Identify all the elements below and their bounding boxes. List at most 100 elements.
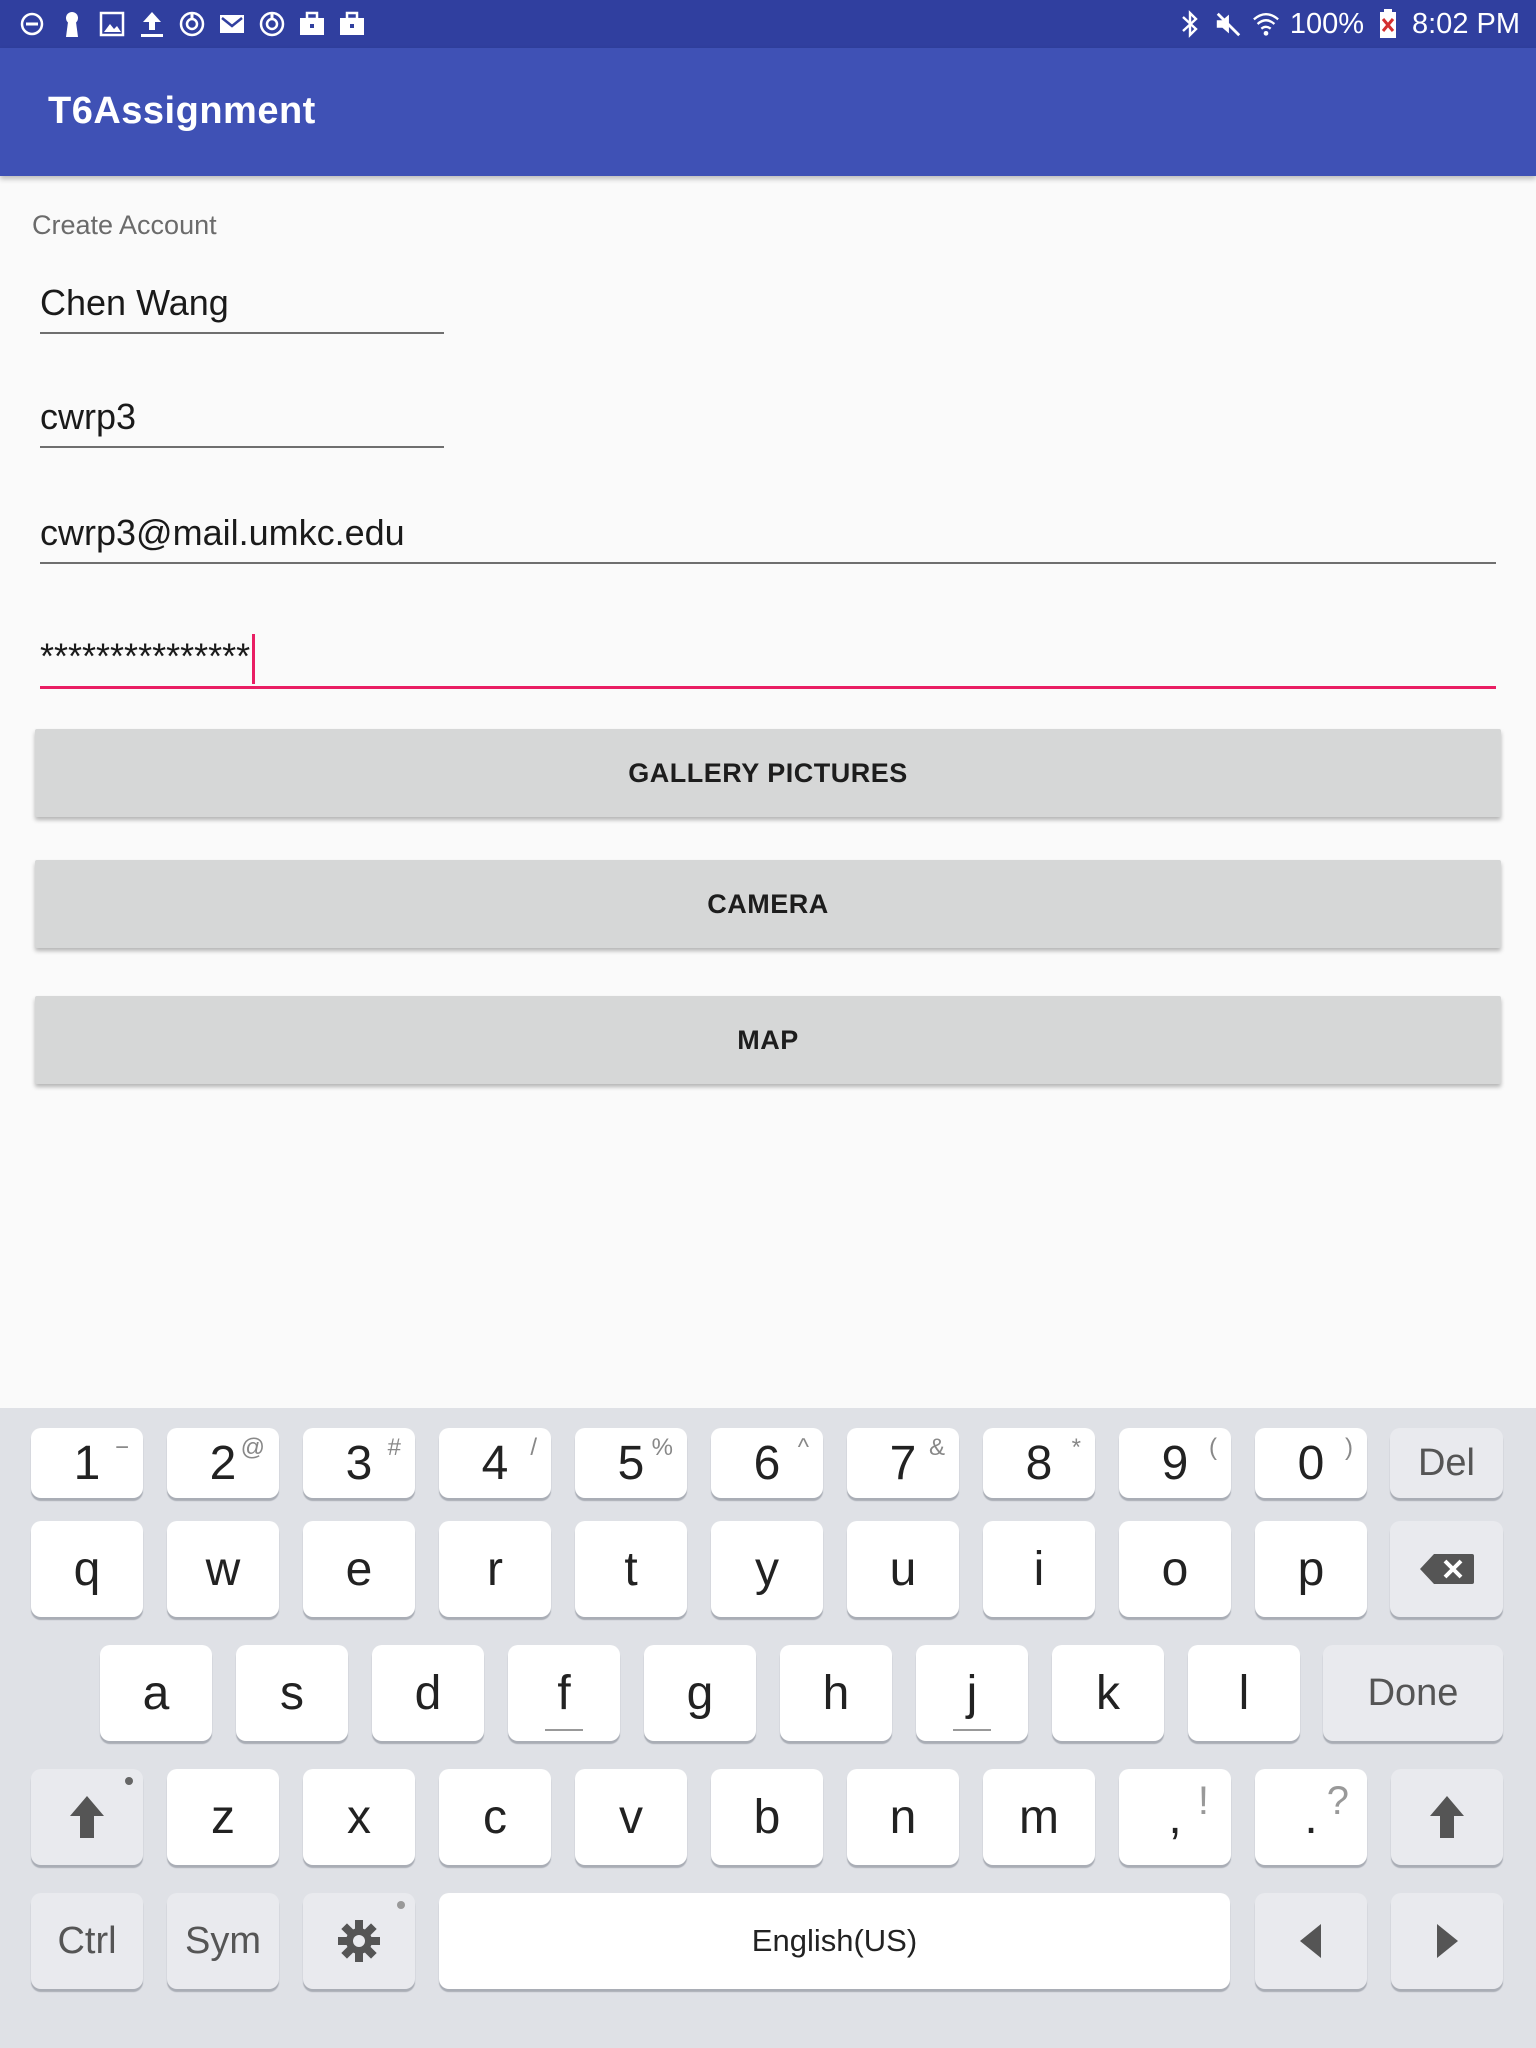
shift-right-key[interactable] — [1391, 1769, 1503, 1865]
key-g-label: g — [686, 1666, 714, 1720]
key-3-label: 3 — [345, 1436, 373, 1490]
key-l[interactable]: l — [1188, 1645, 1300, 1741]
key-8-label: 8 — [1025, 1436, 1053, 1490]
key-y[interactable]: y — [711, 1521, 823, 1617]
key-m[interactable]: m — [983, 1769, 1095, 1865]
home-key-marker — [545, 1729, 583, 1731]
space-key[interactable]: English(US) — [439, 1893, 1230, 1989]
key-s[interactable]: s — [236, 1645, 348, 1741]
comma-label: , — [1168, 1790, 1182, 1844]
key-6[interactable]: 6 ^ — [711, 1428, 823, 1498]
app-bar: T6Assignment — [0, 48, 1536, 176]
key-4-label: 4 — [481, 1436, 509, 1490]
key-a[interactable]: a — [100, 1645, 212, 1741]
key-0-label: 0 — [1297, 1436, 1325, 1490]
key-9[interactable]: 9( — [1119, 1428, 1231, 1498]
name-value: Chen Wang — [40, 282, 229, 323]
name-field[interactable]: Chen Wang — [40, 270, 444, 334]
key-s-label: s — [280, 1666, 304, 1720]
key-p[interactable]: p — [1255, 1521, 1367, 1617]
form-heading: Create Account — [32, 210, 217, 240]
key-q[interactable]: q — [31, 1521, 143, 1617]
key-3[interactable]: 3 # — [303, 1428, 415, 1498]
key-p-label: p — [1297, 1542, 1325, 1596]
sym-key[interactable]: Sym — [167, 1893, 279, 1989]
key-8[interactable]: 8 * — [983, 1428, 1095, 1498]
key-z-label: z — [211, 1790, 235, 1844]
period-key[interactable]: . ? — [1255, 1769, 1367, 1865]
key-5-alt-label: % — [651, 1434, 673, 1461]
arrow-right-key[interactable] — [1391, 1893, 1503, 1989]
key-r[interactable]: r — [439, 1521, 551, 1617]
key-b[interactable]: b — [711, 1769, 823, 1865]
map-button[interactable]: MAP — [35, 996, 1501, 1084]
key-2-alt-label: @ — [240, 1434, 265, 1461]
soft-keyboard: 1− 2 @ 3 # 4/5% 6 ^ 7 & 8 * 9( 0) Del q w ert y u io p a s df… — [0, 1408, 1536, 2048]
key-c[interactable]: c — [439, 1769, 551, 1865]
key-0[interactable]: 0) — [1255, 1428, 1367, 1498]
status-bar: 100% 8:02 PM — [0, 0, 1536, 48]
key-k-label: k — [1096, 1666, 1120, 1720]
battery-charging-icon — [1374, 9, 1402, 38]
key-y-label: y — [755, 1542, 779, 1596]
key-x-label: x — [347, 1790, 371, 1844]
text-cursor — [252, 634, 256, 684]
key-z[interactable]: z — [167, 1769, 279, 1865]
key-v[interactable]: v — [575, 1769, 687, 1865]
key-k[interactable]: k — [1052, 1645, 1164, 1741]
home-key-marker — [953, 1729, 991, 1731]
gmail-icon — [218, 10, 246, 38]
key-1[interactable]: 1− — [31, 1428, 143, 1498]
key-2[interactable]: 2 @ — [167, 1428, 279, 1498]
key-g[interactable]: g — [644, 1645, 756, 1741]
key-1-alt-label: − — [114, 1434, 129, 1461]
key-7[interactable]: 7 & — [847, 1428, 959, 1498]
key-4[interactable]: 4/ — [439, 1428, 551, 1498]
wifi-icon — [1252, 10, 1280, 38]
key-o[interactable]: o — [1119, 1521, 1231, 1617]
key-u[interactable]: u — [847, 1521, 959, 1617]
sync-icon — [258, 10, 286, 38]
key-u-label: u — [889, 1542, 917, 1596]
gallery-pictures-button[interactable]: GALLERY PICTURES — [35, 729, 1501, 817]
key-7-alt-label: & — [928, 1434, 945, 1461]
username-field[interactable]: cwrp3 — [40, 384, 444, 448]
bluetooth-icon — [1176, 10, 1204, 38]
password-field[interactable]: *************** — [40, 616, 1496, 689]
battery-percent: 100% — [1289, 7, 1364, 40]
arrow-left-key[interactable] — [1255, 1893, 1367, 1989]
key-d[interactable]: d — [372, 1645, 484, 1741]
settings-indicator-dot — [397, 1901, 405, 1909]
backspace-key[interactable] — [1390, 1521, 1503, 1617]
key-c-label: c — [483, 1790, 507, 1844]
key-n-label: n — [889, 1790, 917, 1844]
key-e[interactable]: e — [303, 1521, 415, 1617]
key-h-label: h — [822, 1666, 850, 1720]
upload-icon — [138, 10, 166, 38]
shift-indicator-dot — [125, 1777, 133, 1785]
key-j[interactable]: j — [916, 1645, 1028, 1741]
key-5[interactable]: 5% — [575, 1428, 687, 1498]
key-n[interactable]: n — [847, 1769, 959, 1865]
settings-key[interactable] — [303, 1893, 415, 1989]
key-w[interactable]: w — [167, 1521, 279, 1617]
done-key[interactable]: Done — [1323, 1645, 1503, 1741]
ctrl-key[interactable]: Ctrl — [31, 1893, 143, 1989]
del-key[interactable]: Del — [1390, 1428, 1503, 1498]
key-j-label: j — [966, 1666, 978, 1720]
key-x[interactable]: x — [303, 1769, 415, 1865]
briefcase-icon — [338, 10, 366, 38]
key-t[interactable]: t — [575, 1521, 687, 1617]
key-h[interactable]: h — [780, 1645, 892, 1741]
key-w-label: w — [205, 1542, 241, 1596]
email-field[interactable]: cwrp3@mail.umkc.edu — [40, 500, 1496, 564]
key-6-label: 6 — [753, 1436, 781, 1490]
shift-left-key[interactable] — [31, 1769, 143, 1865]
key-f[interactable]: f — [508, 1645, 620, 1741]
period-label: . — [1304, 1790, 1318, 1844]
key-i[interactable]: i — [983, 1521, 1095, 1617]
password-value: *************** — [40, 635, 251, 677]
comma-key[interactable]: , ! — [1119, 1769, 1231, 1865]
arrow-left-icon — [1297, 1922, 1325, 1960]
camera-button[interactable]: CAMERA — [35, 860, 1501, 948]
